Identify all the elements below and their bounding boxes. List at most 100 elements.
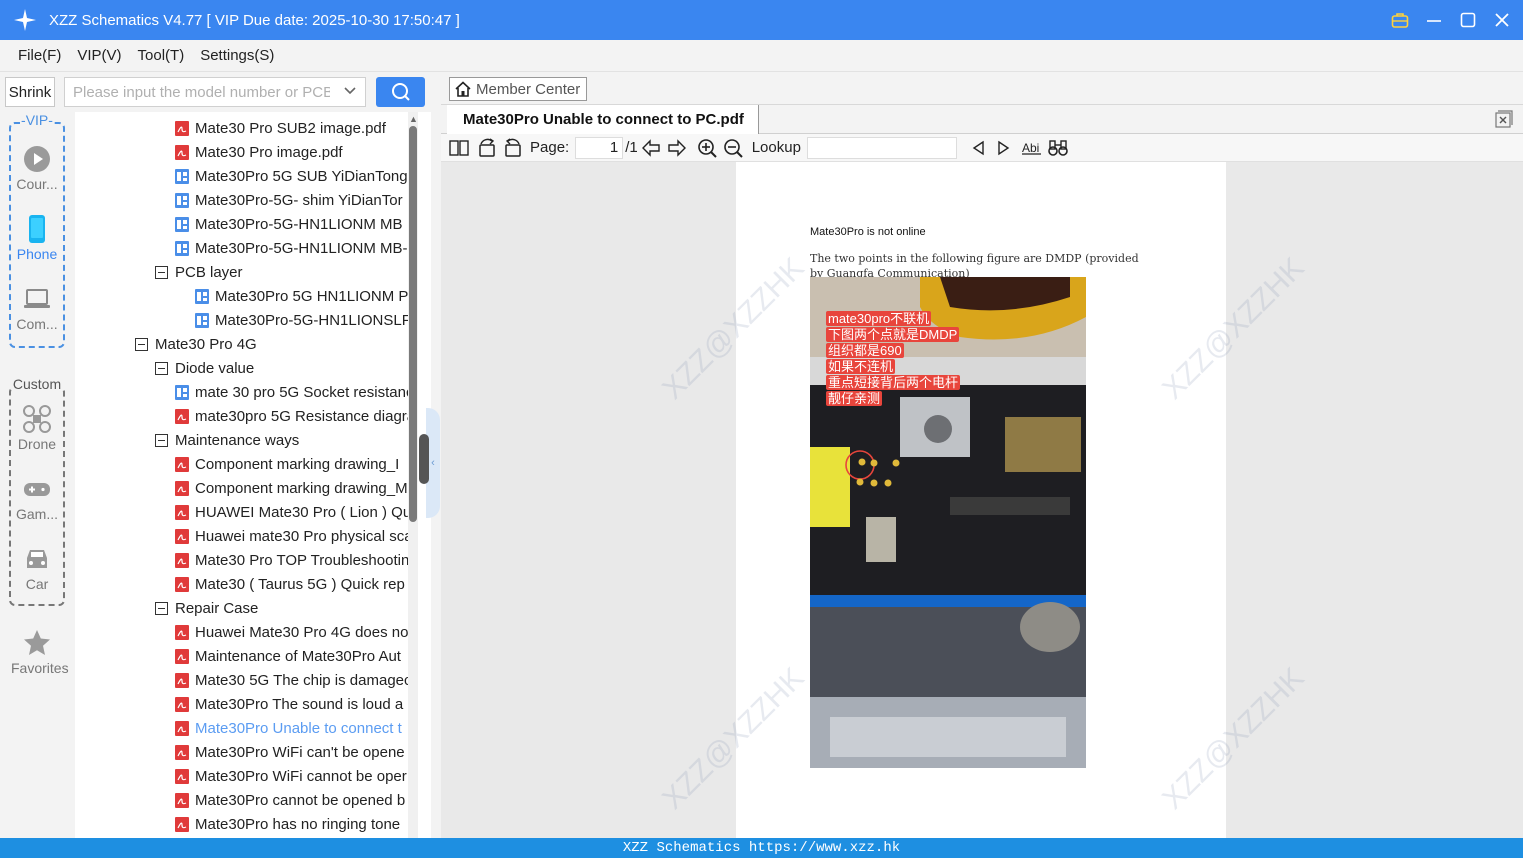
tree-scrollbar[interactable]: ▲ xyxy=(408,112,418,838)
tree-item-label: Mate30Pro-5G- shim YiDianTor xyxy=(195,191,403,209)
search-row: Shrink xyxy=(0,72,440,112)
tree-folder[interactable]: Maintenance ways xyxy=(155,428,408,452)
tree-item[interactable]: Maintenance of Mate30Pro Aut xyxy=(175,644,408,668)
tree-item-label: Component marking drawing_M xyxy=(195,479,408,497)
tree-item[interactable]: Mate30Pro-5G-HN1LIONM MB- xyxy=(175,236,408,260)
tree-item-label: Mate30Pro WiFi cannot be oper xyxy=(195,767,407,785)
tree-item[interactable]: Component marking drawing_M xyxy=(175,476,408,500)
tree-item[interactable]: mate30pro 5G Resistance diagra xyxy=(175,404,408,428)
tree-item[interactable]: Mate30Pro 5G HN1LIONM P xyxy=(195,284,408,308)
pdf-toolbar: Page: 1 /1 Lookup Abi xyxy=(441,134,1523,162)
tree-folder[interactable]: PCB layer xyxy=(155,260,408,284)
pdf-viewer[interactable]: Mate30Pro is not online The two points i… xyxy=(441,162,1523,838)
document-area: Member Center Mate30Pro Unable to connec… xyxy=(441,72,1523,838)
previous-page-button[interactable] xyxy=(640,137,662,159)
tree-item[interactable]: Mate30Pro-5G- shim YiDianTor xyxy=(175,188,408,212)
tree-item[interactable]: Component marking drawing_I xyxy=(175,452,408,476)
page-input[interactable]: 1 xyxy=(575,136,624,159)
pdf-file-icon xyxy=(175,816,189,832)
find-next-button[interactable] xyxy=(993,137,1015,159)
lookup-input[interactable] xyxy=(806,136,957,159)
tree-item[interactable]: Mate30Pro-5G-HN1LIONM MB xyxy=(175,212,408,236)
match-case-button[interactable]: Abi xyxy=(1021,137,1043,159)
collapse-toggle-icon[interactable] xyxy=(155,265,168,279)
tree-folder[interactable]: Repair Case xyxy=(155,596,408,620)
rail-item-phone[interactable]: Phone xyxy=(11,214,63,262)
tree-item[interactable]: Mate30Pro Unable to connect t xyxy=(175,716,408,740)
tree-folder[interactable]: Diode value xyxy=(155,356,408,380)
rotate-left-button[interactable] xyxy=(476,137,498,159)
category-rail: -VIP- Cour... Phone Com... Custom Drone … xyxy=(0,112,74,838)
pcb-file-icon xyxy=(175,168,189,184)
rail-item-drone[interactable]: Drone xyxy=(11,404,63,452)
vip-bag-button[interactable] xyxy=(1391,11,1409,29)
collapse-toggle-icon[interactable] xyxy=(155,433,168,447)
close-tab-icon[interactable] xyxy=(1495,110,1513,128)
tree-item[interactable]: Mate30 Pro image.pdf xyxy=(175,140,408,164)
tree-item[interactable]: Mate30 Pro SUB2 image.pdf xyxy=(175,116,408,140)
search-input[interactable] xyxy=(65,78,330,106)
document-tab[interactable]: Mate30Pro Unable to connect to PC.pdf xyxy=(447,105,759,134)
menu-file[interactable]: File(F) xyxy=(18,47,61,64)
tree-item[interactable]: Mate30Pro has no ringing tone xyxy=(175,812,408,836)
minimize-button[interactable] xyxy=(1425,11,1443,29)
tree-item[interactable]: HUAWEI Mate30 Pro ( Lion ) Qu xyxy=(175,500,408,524)
scroll-up-icon[interactable]: ▲ xyxy=(409,114,418,124)
tree-item[interactable]: Huawei Mate30 Pro 4G does no xyxy=(175,620,408,644)
search-button[interactable] xyxy=(376,77,425,107)
tree-item-label: Mate30Pro 5G HN1LIONM P xyxy=(215,287,408,305)
tree-item[interactable]: Mate30Pro cannot be opened b xyxy=(175,788,408,812)
member-center-button[interactable]: Member Center xyxy=(449,77,588,101)
collapse-toggle-icon[interactable] xyxy=(135,337,148,351)
pdf-file-icon xyxy=(175,456,189,472)
tree-item[interactable]: Huawei mate30 Pro physical sca xyxy=(175,524,408,548)
rotate-right-button[interactable] xyxy=(502,137,524,159)
tree-item[interactable]: Mate30Pro The sound is loud a xyxy=(175,692,408,716)
tree-item[interactable]: Mate30Pro 5G SUB YiDianTong xyxy=(175,164,408,188)
two-page-view-button[interactable] xyxy=(448,137,470,159)
collapse-toggle-icon[interactable] xyxy=(155,601,168,615)
find-previous-button[interactable] xyxy=(967,137,989,159)
pdf-body-text: The two points in the following figure a… xyxy=(810,252,1139,279)
collapse-toggle-icon[interactable] xyxy=(155,361,168,375)
tree-item[interactable]: Mate30Pro-5G-HN1LIONSLF xyxy=(195,308,408,332)
scrollbar-thumb[interactable] xyxy=(409,126,417,522)
rail-item-label: Drone xyxy=(17,436,57,452)
right-top-bar: Member Center xyxy=(441,72,1523,105)
chevron-down-icon[interactable] xyxy=(343,84,357,98)
tree-item[interactable]: Mate30 ( Taurus 5G ) Quick rep xyxy=(175,572,408,596)
tree-item[interactable]: Mate30 Pro TOP Troubleshootin xyxy=(175,548,408,572)
tree-folder[interactable]: Mate30 Pro 4G xyxy=(135,332,408,356)
tree-item[interactable]: Mate30Pro WiFi can't be opene xyxy=(175,740,408,764)
binoculars-icon xyxy=(1048,139,1068,156)
tree-item[interactable]: Mate30 5G The chip is damagec xyxy=(175,668,408,692)
menu-settings[interactable]: Settings(S) xyxy=(200,47,274,64)
home-icon xyxy=(455,81,471,97)
annotation-line: 重点短接背后两个电杆 xyxy=(826,375,961,390)
laptop-icon xyxy=(24,289,50,308)
pdf-file-icon xyxy=(175,552,189,568)
menu-vip[interactable]: VIP(V) xyxy=(77,47,121,64)
triangle-right-icon xyxy=(998,140,1010,155)
rail-item-computer[interactable]: Com... xyxy=(11,284,63,332)
rail-item-game[interactable]: Gam... xyxy=(11,474,63,522)
splitter-grip[interactable] xyxy=(419,434,429,484)
tree-item[interactable]: mate 30 pro 5G Socket resistanc xyxy=(175,380,408,404)
rail-item-favorites[interactable]: Favorites xyxy=(11,628,69,676)
zoom-out-button[interactable] xyxy=(722,137,744,159)
zoom-in-button[interactable] xyxy=(696,137,718,159)
zoom-out-icon xyxy=(723,138,743,158)
file-tree: Mate30 Pro SUB2 image.pdf Mate30 Pro imag… xyxy=(75,112,431,838)
rail-item-course[interactable]: Cour... xyxy=(11,144,63,192)
close-button[interactable] xyxy=(1493,11,1511,29)
menu-tool[interactable]: Tool(T) xyxy=(138,47,185,64)
tree-item[interactable]: Mate30Pro WiFi cannot be oper xyxy=(175,764,408,788)
tree-item-label: mate 30 pro 5G Socket resistanc xyxy=(195,383,408,401)
panel-splitter[interactable]: ‹ xyxy=(418,112,440,838)
pcb-file-icon xyxy=(175,192,189,208)
shrink-button[interactable]: Shrink xyxy=(5,77,55,107)
maximize-button[interactable] xyxy=(1459,11,1477,29)
rail-item-car[interactable]: Car xyxy=(11,544,63,592)
next-page-button[interactable] xyxy=(666,137,688,159)
find-binoculars-button[interactable] xyxy=(1047,137,1069,159)
